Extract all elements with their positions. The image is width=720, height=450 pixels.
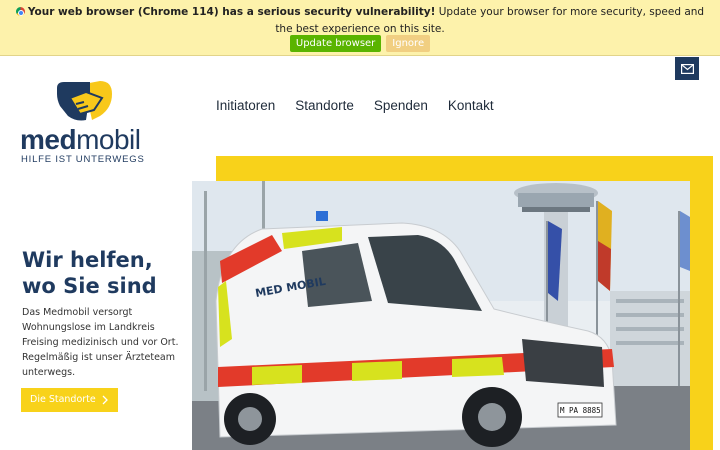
logo-word-bold: med	[20, 124, 77, 155]
chevron-right-icon	[102, 395, 108, 405]
mail-icon	[680, 63, 694, 74]
cta-label: Die Standorte	[30, 394, 96, 405]
banner-buttons: Update browser Ignore	[0, 35, 720, 52]
logo-word-light: mobil	[76, 124, 141, 155]
nav-item-kontakt[interactable]: Kontakt	[448, 97, 494, 115]
nav-item-spenden[interactable]: Spenden	[374, 97, 428, 115]
handshake-logo-icon	[57, 81, 112, 121]
van-license-plate: M PA 8885	[560, 406, 601, 415]
logo-wordmark: medmobil	[20, 124, 141, 156]
ignore-button[interactable]: Ignore	[386, 35, 431, 52]
hero-ambulance-image: MED MOBIL M PA 8885	[192, 181, 690, 450]
nav-item-initiatoren[interactable]: Initiatoren	[216, 97, 275, 115]
browser-update-banner: Your web browser (Chrome 114) has a seri…	[0, 0, 720, 56]
hero-title-line-2: wo Sie sind	[22, 274, 157, 298]
mail-button[interactable]	[675, 57, 699, 80]
banner-message: Your web browser (Chrome 114) has a seri…	[0, 4, 720, 38]
site-logo[interactable]: medmobil HILFE IST UNTERWEGS	[20, 78, 155, 170]
nav-item-standorte[interactable]: Standorte	[295, 97, 354, 115]
hero-title-line-1: Wir helfen,	[22, 248, 153, 272]
update-browser-button[interactable]: Update browser	[289, 35, 382, 52]
main-navigation: Initiatoren Standorte Spenden Kontakt	[216, 97, 514, 115]
hero-title: Wir helfen, wo Sie sind	[22, 247, 157, 299]
standorte-cta-button[interactable]: Die Standorte	[21, 388, 118, 412]
logo-tagline: HILFE IST UNTERWEGS	[21, 154, 145, 165]
hero-description: Das Medmobil versorgt Wohnungslose im La…	[22, 307, 179, 378]
banner-warning-bold: Your web browser (Chrome 114) has a seri…	[27, 6, 436, 18]
chrome-icon	[15, 7, 25, 16]
